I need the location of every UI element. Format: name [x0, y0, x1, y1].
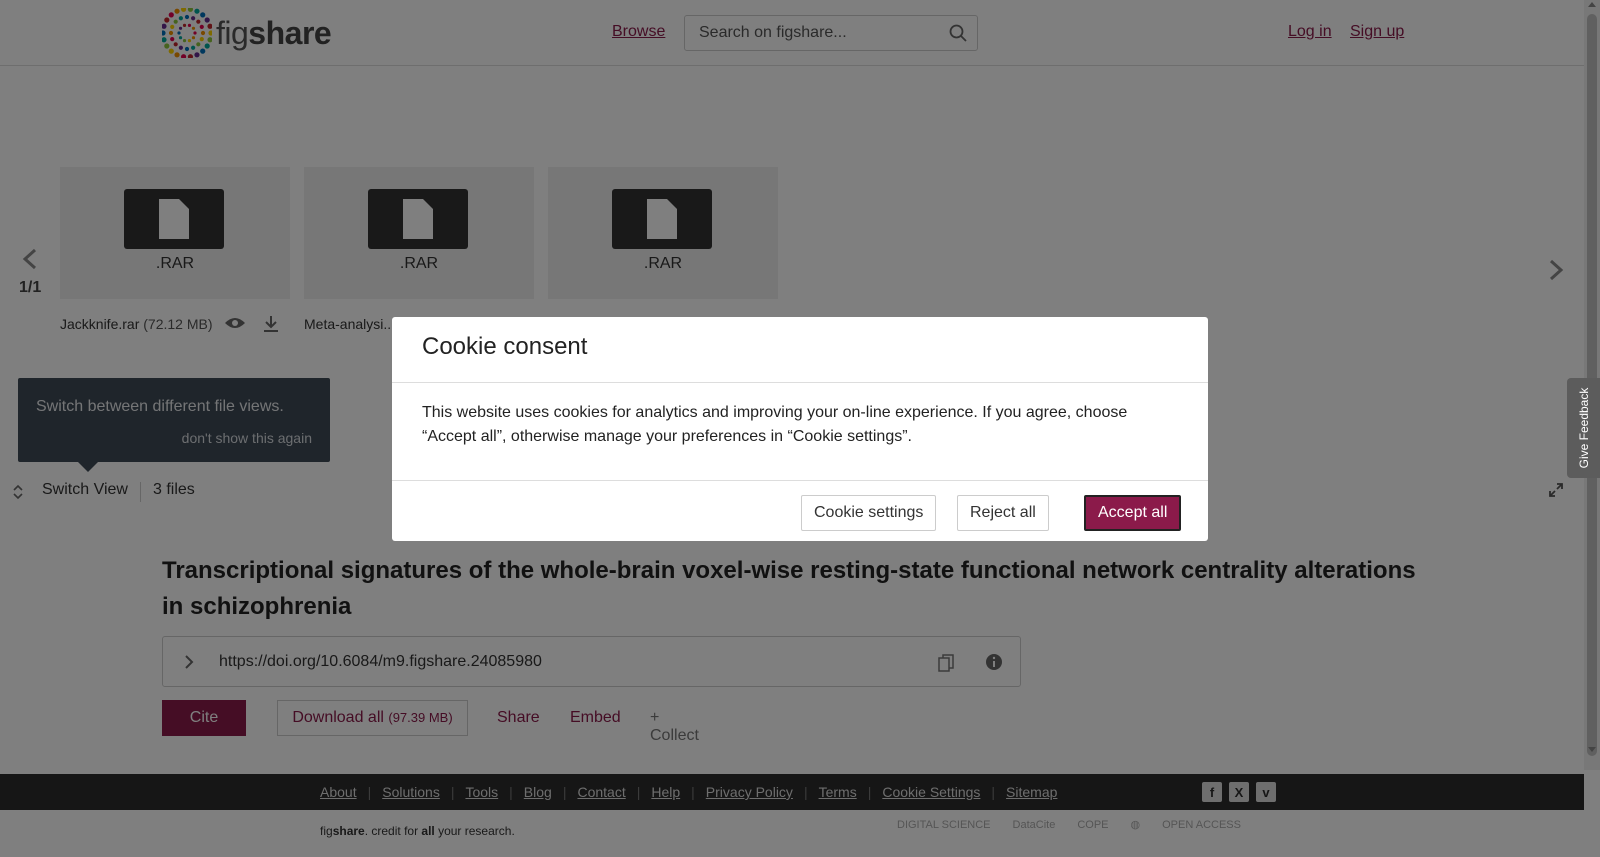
accept-all-button[interactable]: Accept all [1084, 495, 1182, 531]
cookie-settings-button[interactable]: Cookie settings [801, 495, 937, 531]
cookie-consent-dialog: Cookie consent This website uses cookies… [392, 317, 1208, 541]
reject-all-button[interactable]: Reject all [957, 495, 1049, 531]
give-feedback-tab[interactable]: Give Feedback [1567, 378, 1600, 478]
dialog-body: This website uses cookies for analytics … [422, 404, 1128, 445]
dialog-title: Cookie consent [422, 333, 588, 360]
